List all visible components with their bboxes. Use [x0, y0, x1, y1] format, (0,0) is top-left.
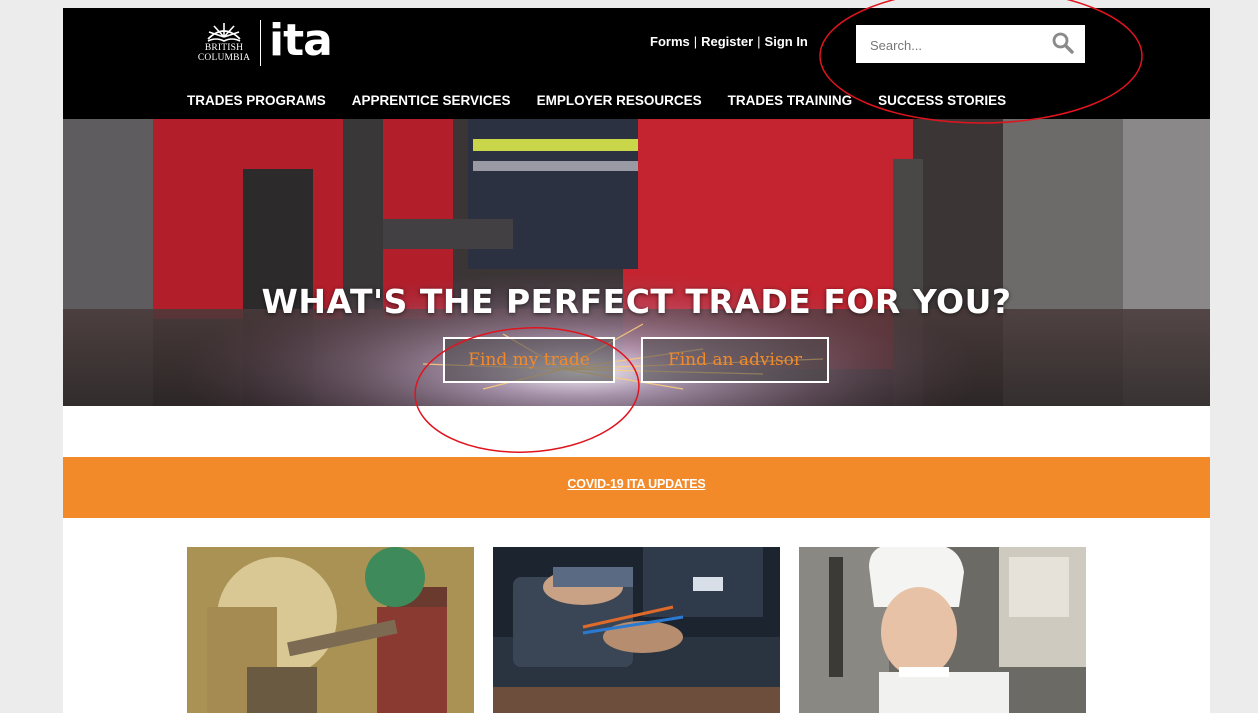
nav-trades-programs[interactable]: TRADES PROGRAMS — [187, 93, 326, 108]
nav-employer-resources[interactable]: EMPLOYER RESOURCES — [537, 93, 702, 108]
page-gutter-left — [0, 0, 63, 713]
find-an-advisor-button[interactable]: Find an advisor — [641, 337, 829, 383]
feature-card-mechanic[interactable] — [493, 547, 780, 713]
mechanic-image — [493, 547, 780, 713]
chef-image — [799, 547, 1086, 713]
feature-card-chef[interactable] — [799, 547, 1086, 713]
utility-links: Forms | Register | Sign In — [650, 34, 808, 49]
ita-wordmark: ita — [269, 15, 333, 66]
search-box — [856, 25, 1085, 63]
welder-image — [187, 547, 474, 713]
site-header: BRITISH COLUMBIA ita Forms | Register | Sign… — [63, 8, 1210, 119]
search-input[interactable] — [868, 34, 1042, 56]
site-logo[interactable]: BRITISH COLUMBIA ita — [196, 15, 333, 68]
feature-card-welder[interactable] — [187, 547, 474, 713]
bc-logo-line2: COLUMBIA — [197, 53, 251, 63]
forms-link[interactable]: Forms — [650, 34, 690, 49]
bc-logo-text: BRITISH COLUMBIA — [196, 43, 252, 63]
hero-title: WHAT'S THE PERFECT TRADE FOR YOU? — [261, 282, 1012, 321]
nav-trades-training[interactable]: TRADES TRAINING — [728, 93, 853, 108]
register-link[interactable]: Register — [701, 34, 753, 49]
nav-success-stories[interactable]: SUCCESS STORIES — [878, 93, 1006, 108]
bc-government-logo: BRITISH COLUMBIA — [196, 19, 252, 67]
utility-separator: | — [693, 34, 698, 49]
find-my-trade-button[interactable]: Find my trade — [443, 337, 615, 383]
page-top-strip — [63, 0, 1210, 8]
sign-in-link[interactable]: Sign In — [765, 34, 808, 49]
search-icon[interactable] — [1051, 31, 1075, 55]
sun-rays-icon — [207, 23, 241, 42]
covid-updates-link[interactable]: COVID-19 ITA UPDATES — [63, 477, 1210, 491]
utility-separator: | — [757, 34, 761, 49]
hero-banner: WHAT'S THE PERFECT TRADE FOR YOU? Find m… — [63, 119, 1210, 406]
nav-apprentice-services[interactable]: APPRENTICE SERVICES — [352, 93, 511, 108]
page-gutter-right — [1210, 0, 1258, 713]
main-navigation: TRADES PROGRAMS APPRENTICE SERVICES EMPL… — [187, 93, 1032, 108]
hero-welding-image — [63, 119, 1210, 406]
logo-divider — [260, 20, 261, 66]
covid-alert-banner: COVID-19 ITA UPDATES — [63, 457, 1210, 518]
bc-logo-line1: BRITISH — [204, 43, 244, 53]
